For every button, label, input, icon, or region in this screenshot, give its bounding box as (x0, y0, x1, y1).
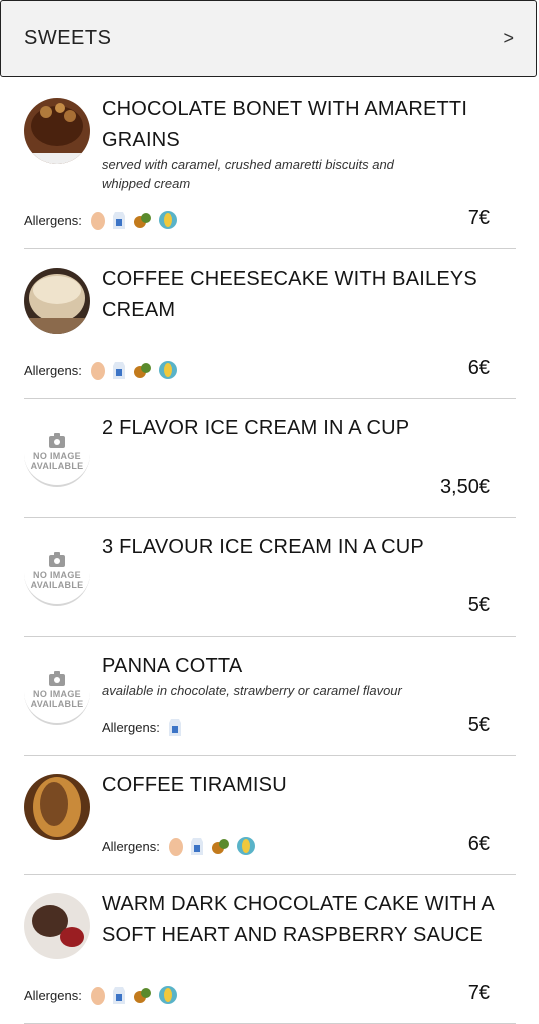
chevron-right-icon[interactable]: > (503, 28, 514, 49)
gluten-icon (158, 360, 178, 380)
allergens-label: Allergens: (102, 719, 160, 735)
no-image-placeholder: NO IMAGE AVAILABLE (24, 540, 90, 606)
menu-item[interactable]: CHOCOLATE BONET WITH AMARETTI GRAINS ser… (24, 94, 516, 249)
allergens-row: Allergens: (102, 717, 188, 737)
allergens-label: Allergens: (24, 212, 82, 228)
menu-item[interactable]: NO IMAGE AVAILABLE 3 FLAVOUR ICE CREAM I… (24, 532, 516, 637)
allergens-label: Allergens: (102, 838, 160, 854)
no-image-placeholder: NO IMAGE AVAILABLE (24, 659, 90, 725)
camera-icon (49, 551, 65, 567)
item-description: served with caramel, crushed amaretti bi… (102, 157, 394, 191)
nuts-icon (132, 985, 152, 1005)
allergens-label: Allergens: (24, 362, 82, 378)
item-price: 7€ (467, 982, 490, 1004)
item-price: 3,50€ (439, 476, 490, 498)
egg-icon (90, 360, 106, 380)
item-name: COFFEE TIRAMISU (102, 774, 287, 796)
milk-icon (112, 210, 126, 230)
gluten-icon (236, 836, 256, 856)
gluten-icon (158, 985, 178, 1005)
dessert-photo (24, 774, 90, 840)
camera-icon (49, 670, 65, 686)
item-name: PANNA COTTA (102, 655, 243, 677)
item-name: CHOCOLATE BONET WITH AMARETTI GRAINS (102, 98, 468, 151)
allergens-row: Allergens: (24, 985, 184, 1005)
menu-item[interactable]: COFFEE TIRAMISU Allergens: 6€ (24, 770, 516, 875)
nuts-icon (132, 360, 152, 380)
dessert-photo (24, 893, 90, 959)
dessert-photo (24, 268, 90, 334)
item-price: 7€ (467, 207, 490, 229)
item-name: 3 FLAVOUR ICE CREAM IN A CUP (102, 536, 424, 558)
milk-icon (112, 360, 126, 380)
item-price: 5€ (467, 594, 490, 616)
egg-icon (168, 836, 184, 856)
menu-item[interactable]: NO IMAGE AVAILABLE PANNA COTTA available… (24, 651, 516, 756)
item-description: available in chocolate, strawberry or ca… (102, 683, 402, 698)
category-header[interactable]: SWEETS > (0, 0, 537, 77)
item-price: 5€ (467, 714, 490, 736)
no-image-placeholder: NO IMAGE AVAILABLE (24, 421, 90, 487)
egg-icon (90, 985, 106, 1005)
allergens-row: Allergens: (24, 360, 184, 380)
menu-item[interactable]: WARM DARK CHOCOLATE CAKE WITH A SOFT HEA… (24, 889, 516, 1024)
allergens-row: Allergens: (102, 836, 262, 856)
category-title: SWEETS (24, 27, 112, 49)
nuts-icon (210, 836, 230, 856)
nuts-icon (132, 210, 152, 230)
menu-item[interactable]: COFFEE CHEESECAKE WITH BAILEYS CREAM All… (24, 264, 516, 399)
milk-icon (112, 985, 126, 1005)
milk-icon (190, 836, 204, 856)
allergens-row: Allergens: (24, 210, 184, 230)
gluten-icon (158, 210, 178, 230)
milk-icon (168, 717, 182, 737)
camera-icon (49, 432, 65, 448)
allergens-label: Allergens: (24, 987, 82, 1003)
item-name: WARM DARK CHOCOLATE CAKE WITH A SOFT HEA… (102, 893, 494, 946)
item-price: 6€ (467, 357, 490, 379)
item-name: COFFEE CHEESECAKE WITH BAILEYS CREAM (102, 268, 477, 321)
item-name: 2 FLAVOR ICE CREAM IN A CUP (102, 417, 410, 439)
dessert-photo (24, 98, 90, 164)
menu-item[interactable]: NO IMAGE AVAILABLE 2 FLAVOR ICE CREAM IN… (24, 413, 516, 518)
item-price: 6€ (467, 833, 490, 855)
egg-icon (90, 210, 106, 230)
